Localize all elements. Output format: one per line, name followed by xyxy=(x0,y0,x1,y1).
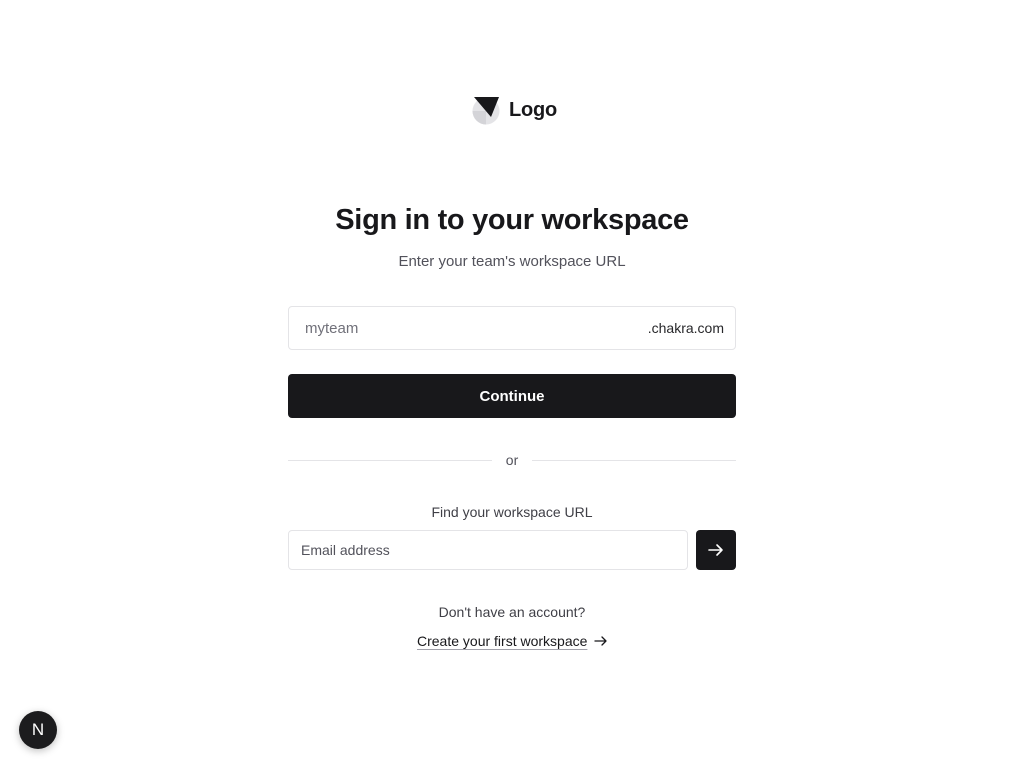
email-input[interactable] xyxy=(288,530,688,570)
email-submit-button[interactable] xyxy=(696,530,736,570)
devtools-badge-letter: N xyxy=(31,720,45,739)
logo-mark-icon xyxy=(472,97,500,125)
divider-line-left xyxy=(288,459,492,461)
continue-button[interactable]: Continue xyxy=(288,374,736,418)
divider-text: or xyxy=(505,452,519,468)
find-workspace-label: Find your workspace URL xyxy=(431,504,593,520)
create-workspace-link[interactable]: Create your first workspace xyxy=(417,631,608,651)
page-subtitle: Enter your team's workspace URL xyxy=(398,253,626,270)
devtools-badge[interactable]: N xyxy=(19,711,57,749)
arrow-right-icon xyxy=(708,544,723,556)
logo: Logo xyxy=(471,95,557,125)
workspace-url-input[interactable] xyxy=(289,307,648,349)
logo-text: Logo xyxy=(509,98,558,121)
page-title: Sign in to your workspace xyxy=(335,204,689,236)
divider-line-right xyxy=(532,459,737,461)
create-workspace-link-text: Create your first workspace xyxy=(417,633,588,649)
workspace-url-suffix: .chakra.com xyxy=(647,320,724,336)
workspace-url-field: .chakra.com xyxy=(288,306,736,350)
arrow-right-icon xyxy=(594,636,608,646)
sign-in-page: Logo Sign in to your workspace Enter you… xyxy=(0,0,1024,768)
or-divider: or xyxy=(288,450,737,470)
no-account-prompt: Don't have an account? xyxy=(438,604,586,620)
